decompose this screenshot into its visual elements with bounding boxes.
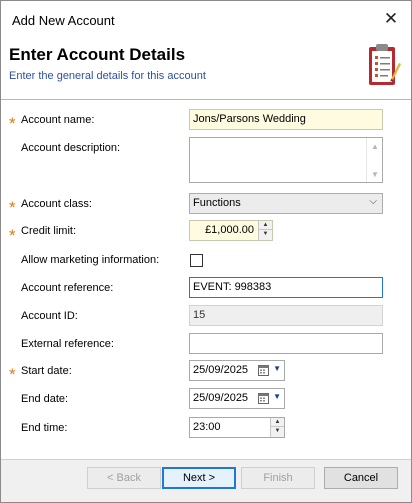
required-marker: * <box>9 198 16 217</box>
credit-limit-input[interactable]: £1,000.00 ▲ ▼ <box>189 220 273 241</box>
account-class-select[interactable]: Functions ⌵ <box>189 193 383 214</box>
page-title: Enter Account Details <box>9 45 186 64</box>
required-marker: * <box>9 114 16 133</box>
chevron-down-icon[interactable]: ▼ <box>273 364 281 373</box>
account-reference-input[interactable]: EVENT: 998383 <box>189 277 383 298</box>
add-account-dialog: Add New Account ✕ Enter Account Details … <box>0 0 412 503</box>
account-name-input[interactable]: Jons/Parsons Wedding <box>189 109 383 130</box>
credit-limit-spinner[interactable]: ▲ ▼ <box>258 221 272 240</box>
account-description-label: Account description: <box>21 142 121 154</box>
account-id-field: 15 <box>189 305 383 326</box>
chevron-down-icon[interactable]: ▼ <box>273 392 281 401</box>
credit-limit-label: Credit limit: <box>21 225 77 237</box>
end-time-value: 23:00 <box>193 421 221 433</box>
cancel-button[interactable]: Cancel <box>324 467 398 489</box>
end-time-label: End time: <box>21 422 68 434</box>
external-reference-input[interactable] <box>189 333 383 354</box>
scroll-up-icon[interactable]: ▲ <box>371 142 379 151</box>
account-reference-label: Account reference: <box>21 282 114 294</box>
account-class-value: Functions <box>193 197 241 209</box>
required-marker: * <box>9 226 16 245</box>
credit-limit-value: £1,000.00 <box>205 224 254 236</box>
close-icon[interactable]: ✕ <box>377 7 405 31</box>
start-date-value: 25/09/2025 <box>193 364 249 376</box>
account-name-label: Account name: <box>21 114 95 126</box>
end-date-value: 25/09/2025 <box>193 392 249 404</box>
required-marker: * <box>9 365 16 384</box>
finish-button[interactable]: Finish <box>241 467 315 489</box>
spin-down-icon[interactable]: ▼ <box>259 230 272 239</box>
window-title: Add New Account <box>12 13 115 28</box>
external-reference-label: External reference: <box>21 338 114 350</box>
next-button[interactable]: Next > <box>162 467 236 489</box>
calendar-icon[interactable] <box>258 364 269 376</box>
clipboard-checklist-icon <box>369 44 401 85</box>
account-class-label: Account class: <box>21 198 92 210</box>
scroll-down-icon[interactable]: ▼ <box>371 170 379 179</box>
end-date-label: End date: <box>21 393 69 405</box>
spin-up-icon[interactable]: ▲ <box>259 221 272 230</box>
wizard-header: Enter Account Details Enter the general … <box>1 32 411 99</box>
header-divider <box>1 99 411 100</box>
back-button[interactable]: < Back <box>87 467 161 489</box>
chevron-down-icon[interactable]: ⌵ <box>369 196 377 207</box>
description-scrollbar[interactable]: ▲ ▼ <box>366 138 382 182</box>
allow-marketing-checkbox[interactable] <box>190 254 203 267</box>
start-date-picker[interactable]: 25/09/2025 ▼ <box>189 360 285 381</box>
page-subtitle: Enter the general details for this accou… <box>9 70 206 82</box>
end-time-input[interactable]: 23:00 ▲ ▼ <box>189 417 285 438</box>
allow-marketing-label: Allow marketing information: <box>21 254 160 266</box>
spin-up-icon[interactable]: ▲ <box>271 418 284 427</box>
account-id-label: Account ID: <box>21 310 78 322</box>
start-date-label: Start date: <box>21 365 72 377</box>
account-description-textarea[interactable]: ▲ ▼ <box>189 137 383 183</box>
spin-down-icon[interactable]: ▼ <box>271 427 284 436</box>
title-bar: Add New Account ✕ <box>1 1 411 32</box>
end-time-spinner[interactable]: ▲ ▼ <box>270 418 284 437</box>
end-date-picker[interactable]: 25/09/2025 ▼ <box>189 388 285 409</box>
calendar-icon[interactable] <box>258 392 269 404</box>
